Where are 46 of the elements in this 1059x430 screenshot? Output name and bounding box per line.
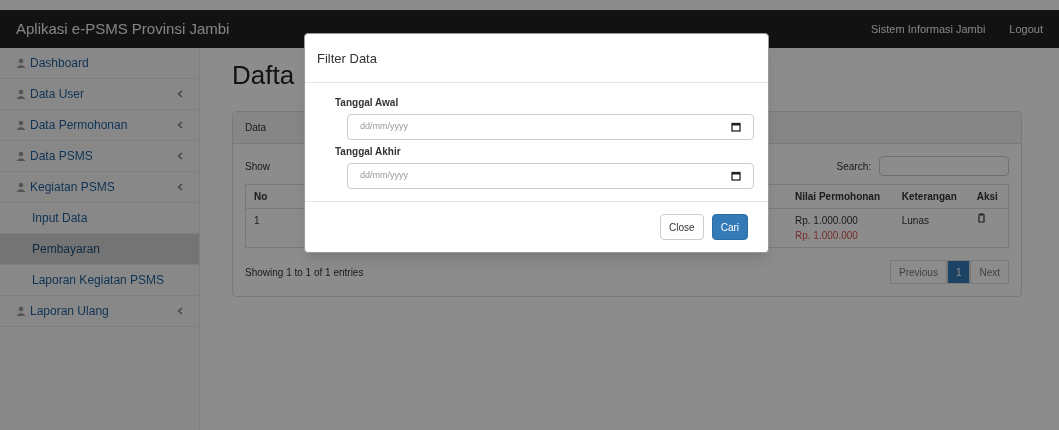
column-header[interactable]: Nilai Permohonan: [795, 191, 881, 202]
column-header[interactable]: No: [254, 191, 268, 202]
sidebar-item[interactable]: Data Permohonan: [0, 110, 199, 141]
sidebar-item[interactable]: Dashboard: [0, 48, 199, 79]
sidebar-subitem[interactable]: Pembayaran: [0, 234, 199, 265]
user-icon: [16, 306, 26, 316]
user-icon: [16, 120, 26, 130]
user-icon: [16, 151, 26, 161]
sidebar-item[interactable]: Laporan Ulang: [0, 296, 199, 327]
chevron-icon: [177, 152, 183, 160]
chevron-icon: [177, 183, 183, 191]
pagination-button[interactable]: Previous: [889, 260, 947, 284]
search-label: Search:: [836, 159, 871, 174]
navbar-link[interactable]: Sistem Informasi Jambi: [871, 20, 986, 38]
app-title[interactable]: Aplikasi e-PSMS Provinsi Jambi: [16, 17, 230, 41]
sidebar-item[interactable]: Data PSMS: [0, 141, 199, 172]
navbar-link[interactable]: Logout: [1009, 20, 1043, 38]
calendar-icon[interactable]: [731, 122, 741, 132]
table-cell: 1: [245, 208, 277, 248]
table-info: Showing 1 to 1 of 1 entries: [245, 265, 364, 280]
field-label: Tanggal Awal: [335, 96, 400, 110]
table-cell-text: Rp. 1.000.000: [795, 214, 859, 228]
user-icon: [16, 182, 26, 192]
column-header[interactable]: Keterangan: [901, 191, 957, 202]
search-button[interactable]: Cari: [711, 214, 748, 240]
date-field[interactable]: dd/mm/yyyy: [347, 114, 754, 140]
column-header[interactable]: Aksi: [976, 191, 998, 202]
pagination-button[interactable]: Next: [970, 260, 1009, 284]
trash-icon[interactable]: [976, 213, 986, 223]
show-label: Show: [245, 159, 270, 174]
table-cell: Lunas: [893, 208, 969, 248]
chevron-icon: [177, 307, 183, 315]
user-icon: [16, 58, 26, 68]
status-text: Rp. 1.000.000: [795, 229, 859, 243]
chevron-icon: [177, 90, 183, 98]
close-button[interactable]: Close: [660, 214, 704, 240]
page-heading: Dafta: [232, 59, 295, 92]
modal-title: Filter Data: [317, 51, 377, 66]
sidebar-item[interactable]: Data User: [0, 79, 199, 110]
user-icon: [16, 89, 26, 99]
search-field[interactable]: [879, 156, 1009, 176]
pagination-button[interactable]: 1: [946, 260, 971, 284]
calendar-icon[interactable]: [731, 171, 741, 181]
chevron-icon: [177, 121, 183, 129]
field-label: Tanggal Akhir: [335, 145, 402, 159]
date-field[interactable]: dd/mm/yyyy: [347, 163, 754, 189]
